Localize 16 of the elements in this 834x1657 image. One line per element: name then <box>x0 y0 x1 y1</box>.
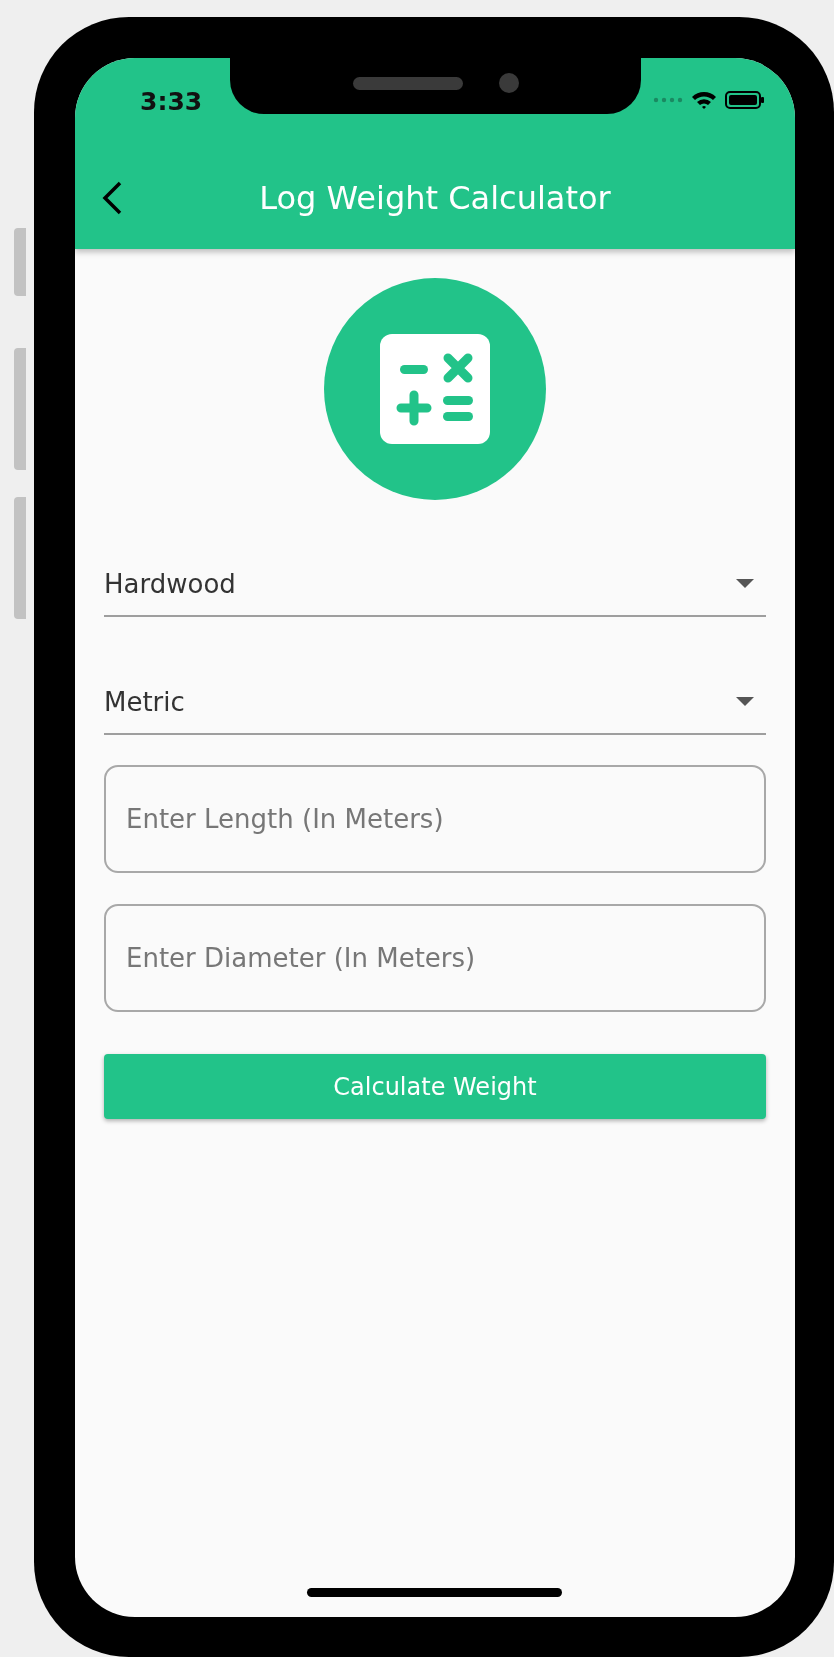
caret-icon <box>736 697 754 707</box>
app-bar-title: Log Weight Calculator <box>258 178 612 217</box>
battery-icon <box>725 90 765 110</box>
input-field[interactable]: Enter Length (In Meters) <box>104 765 766 873</box>
back-button[interactable] <box>101 179 123 216</box>
calculator-icon <box>380 334 490 444</box>
wifi-icon <box>691 90 717 110</box>
input-field[interactable]: Enter Diameter (In Meters) <box>104 904 766 1012</box>
status-time: 3:33 <box>140 85 203 116</box>
signal-icon <box>653 97 683 103</box>
dropdown[interactable]: Metric <box>104 671 766 735</box>
dropdown-value: Hardwood <box>104 569 236 599</box>
dropdown-value: Metric <box>104 687 185 717</box>
camera-dot <box>498 73 519 93</box>
caret-icon <box>736 579 754 589</box>
dropdown[interactable]: Hardwood <box>104 553 766 617</box>
